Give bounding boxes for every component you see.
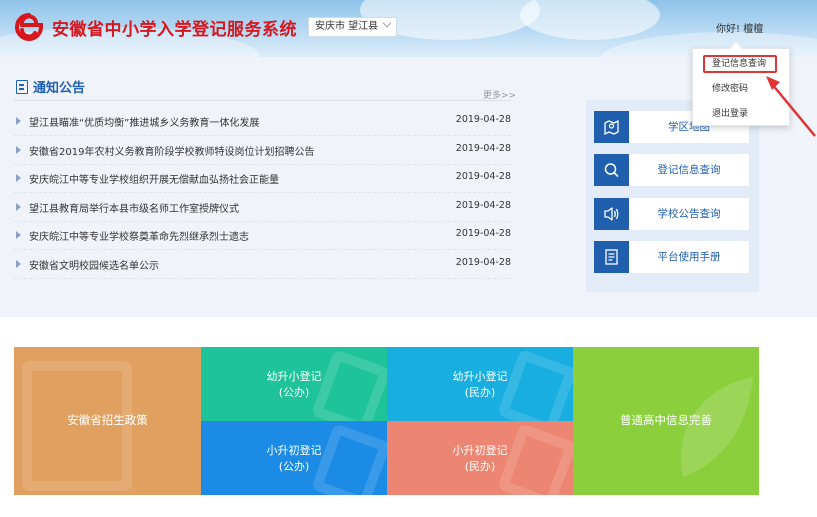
news-title[interactable]: 望江县教育局举行本县市级名师工作室授牌仪式 (29, 200, 239, 215)
tile-label-line2: (民办) (464, 386, 496, 399)
notice-icon (16, 80, 28, 94)
news-date: 2019-04-28 (455, 257, 511, 268)
tile-label-line1: 小升初登记 (266, 444, 322, 457)
news-title[interactable]: 安徽省文明校园候选名单公示 (29, 257, 159, 272)
bullet-icon (16, 203, 21, 211)
news-separator (14, 192, 511, 193)
region-value: 安庆市 望江县 (315, 21, 379, 32)
news-title[interactable]: 望江县瞄准“优质均衡”推进城乡义务教育一体化发展 (29, 114, 259, 129)
tile-enrollment-policy[interactable]: 安徽省招生政策 (14, 347, 201, 495)
news-item[interactable]: 安徽省文明校园候选名单公示 2019-04-28 (14, 251, 511, 279)
tile-high-school-info[interactable]: 普通高中信息完善 (573, 347, 759, 495)
bullet-icon (16, 146, 21, 154)
news-date: 2019-04-28 (455, 171, 511, 182)
news-title[interactable]: 安庆皖江中等专业学校祭奠革命先烈继承烈士遗志 (29, 228, 249, 243)
news-item[interactable]: 安庆皖江中等专业学校组织开展无偿献血弘扬社会正能量 2019-04-28 (14, 165, 511, 193)
news-date: 2019-04-28 (455, 114, 511, 125)
tile-label-line1: 幼升小登记 (266, 370, 322, 383)
quick-link-label: 学校公告查询 (657, 208, 721, 220)
quick-link-user-manual[interactable]: 平台使用手册 (594, 241, 749, 273)
username: 檀檀 (743, 24, 764, 35)
news-date: 2019-04-28 (455, 228, 511, 239)
site-title: 安徽省中小学入学登记服务系统 (52, 20, 297, 40)
tile-label: 安徽省招生政策 (67, 413, 148, 427)
notice-divider (14, 100, 511, 101)
search-icon (594, 154, 629, 186)
news-date: 2019-04-28 (455, 200, 511, 211)
map-icon (594, 111, 629, 143)
cloud-decoration (520, 0, 660, 40)
tile-kindergarten-private[interactable]: 幼升小登记 (民办) (387, 347, 573, 421)
tile-kindergarten-public[interactable]: 幼升小登记 (公办) (201, 347, 387, 421)
tile-label-line2: (公办) (278, 386, 310, 399)
region-select[interactable]: 安庆市 望江县 (308, 17, 398, 37)
news-item[interactable]: 安庆皖江中等专业学校祭奠革命先烈继承烈士遗志 2019-04-28 (14, 222, 511, 250)
logo-icon (15, 13, 43, 41)
chevron-down-icon (382, 18, 392, 28)
bullet-icon (16, 174, 21, 182)
tile-label-line1: 幼升小登记 (452, 370, 508, 383)
user-greeting[interactable]: 你好! 檀檀 (716, 20, 763, 35)
news-title[interactable]: 安庆皖江中等专业学校组织开展无偿献血弘扬社会正能量 (29, 171, 279, 186)
news-item[interactable]: 望江县瞄准“优质均衡”推进城乡义务教育一体化发展 2019-04-28 (14, 108, 511, 136)
speaker-icon (594, 198, 629, 230)
tile-label-line2: (民办) (464, 460, 496, 473)
bullet-icon (16, 260, 21, 268)
red-arrow-icon (766, 76, 816, 137)
quick-link-label: 平台使用手册 (657, 251, 721, 263)
quick-link-school-notice[interactable]: 学校公告查询 (594, 198, 749, 230)
tile-primary-public[interactable]: 小升初登记 (公办) (201, 421, 387, 495)
news-date: 2019-04-28 (455, 143, 511, 154)
quick-link-label: 登记信息查询 (657, 164, 721, 176)
tile-label: 普通高中信息完善 (620, 413, 712, 427)
bullet-icon (16, 117, 21, 125)
bullet-icon (16, 231, 21, 239)
news-separator (14, 249, 511, 250)
news-item[interactable]: 安徽省2019年农村义务教育阶段学校教师特设岗位计划招聘公告 2019-04-2… (14, 137, 511, 165)
manual-icon (594, 241, 629, 273)
news-item[interactable]: 望江县教育局举行本县市级名师工作室授牌仪式 2019-04-28 (14, 194, 511, 222)
tile-primary-private[interactable]: 小升初登记 (民办) (387, 421, 573, 495)
tile-label-line2: (公办) (278, 460, 310, 473)
news-separator (14, 278, 511, 279)
tile-label-line1: 小升初登记 (452, 444, 508, 457)
news-title[interactable]: 安徽省2019年农村义务教育阶段学校教师特设岗位计划招聘公告 (29, 143, 314, 158)
news-separator (14, 135, 511, 136)
page-root: 安徽省中小学入学登记服务系统 安庆市 望江县 你好! 檀檀 通知公告 更多>> … (0, 0, 817, 517)
quick-link-registration-query[interactable]: 登记信息查询 (594, 154, 749, 186)
notice-title: 通知公告 (33, 81, 86, 96)
greeting-text: 你好! (716, 24, 741, 35)
